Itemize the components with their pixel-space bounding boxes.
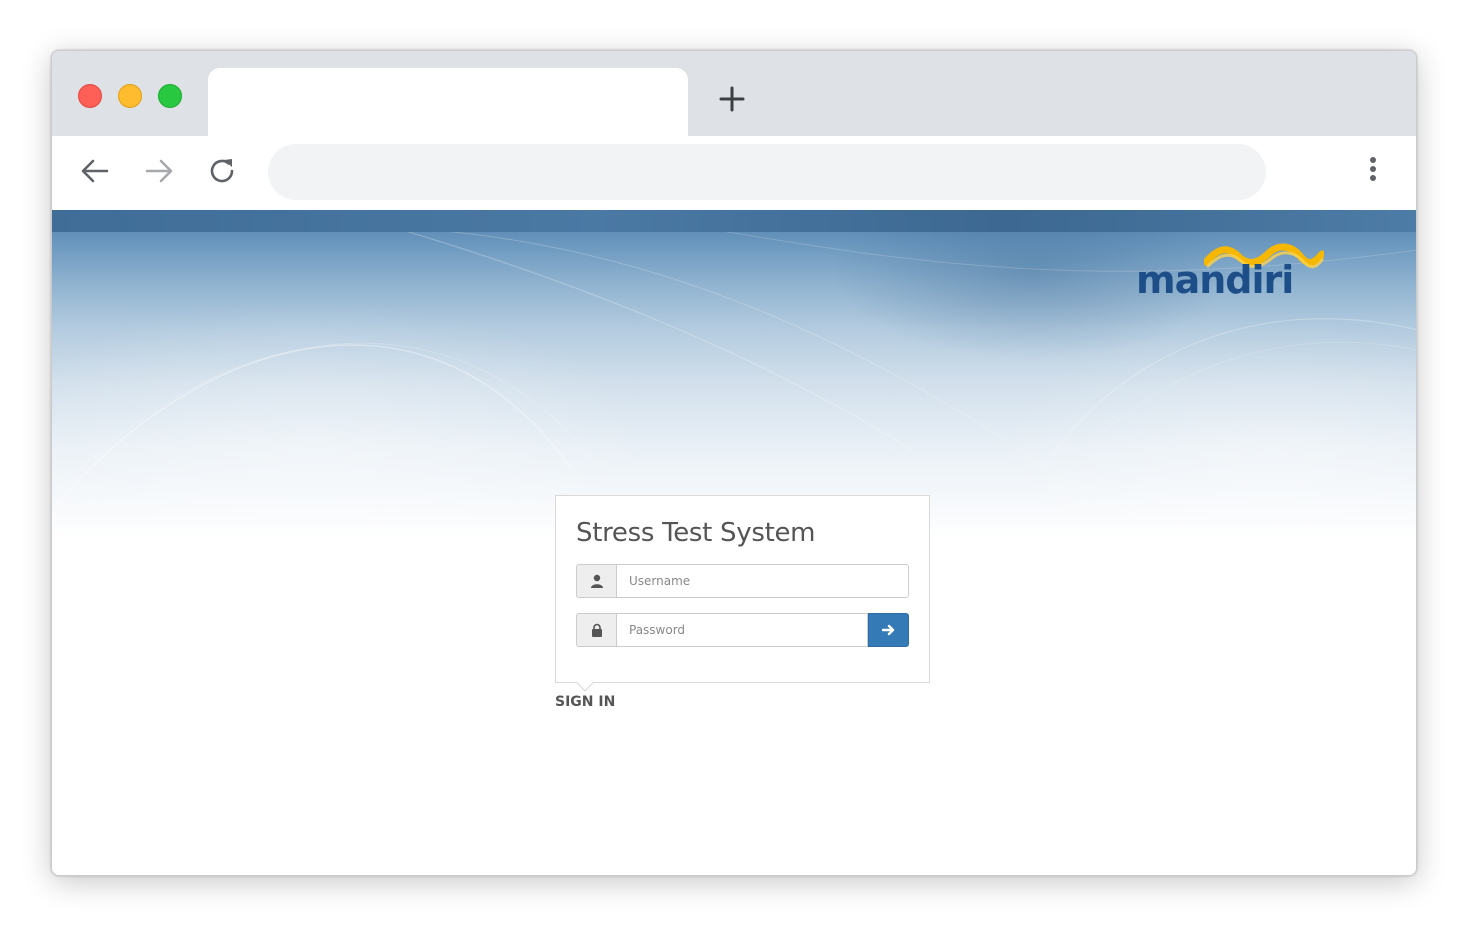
mandiri-logo[interactable]: mandiri	[1132, 238, 1324, 308]
username-input[interactable]	[616, 564, 909, 598]
page-content: mandiri Stress Test System Username SIGN…	[52, 210, 1416, 875]
login-title: Stress Test System	[576, 518, 816, 548]
arrow-left-icon[interactable]	[78, 154, 112, 188]
plus-icon[interactable]	[716, 83, 748, 115]
password-input[interactable]	[616, 613, 868, 647]
panel-pointer	[576, 674, 594, 692]
login-panel: Stress Test System	[555, 495, 930, 692]
sign-in-button[interactable]	[868, 613, 909, 647]
header-banner: mandiri	[52, 210, 1416, 540]
banner-top-strip	[52, 210, 1416, 232]
maximize-window-button[interactable]	[158, 84, 182, 108]
tab-strip	[52, 51, 1416, 136]
address-bar[interactable]	[268, 144, 1266, 200]
browser-window: mandiri Stress Test System Username SIGN…	[51, 50, 1417, 876]
close-window-button[interactable]	[78, 84, 102, 108]
password-group	[576, 613, 909, 647]
arrow-right-icon	[881, 624, 894, 636]
username-group	[576, 564, 909, 598]
minimize-window-button[interactable]	[118, 84, 142, 108]
browser-toolbar	[52, 136, 1416, 210]
user-icon	[576, 564, 616, 598]
lock-icon	[576, 613, 616, 647]
active-tab[interactable]	[208, 68, 688, 136]
logo-text: mandiri	[1136, 258, 1294, 302]
arrow-right-icon[interactable]	[142, 154, 176, 188]
reload-icon[interactable]	[206, 154, 240, 188]
sign-in-label: SIGN IN	[555, 694, 616, 710]
kebab-menu-icon[interactable]	[1358, 154, 1388, 188]
